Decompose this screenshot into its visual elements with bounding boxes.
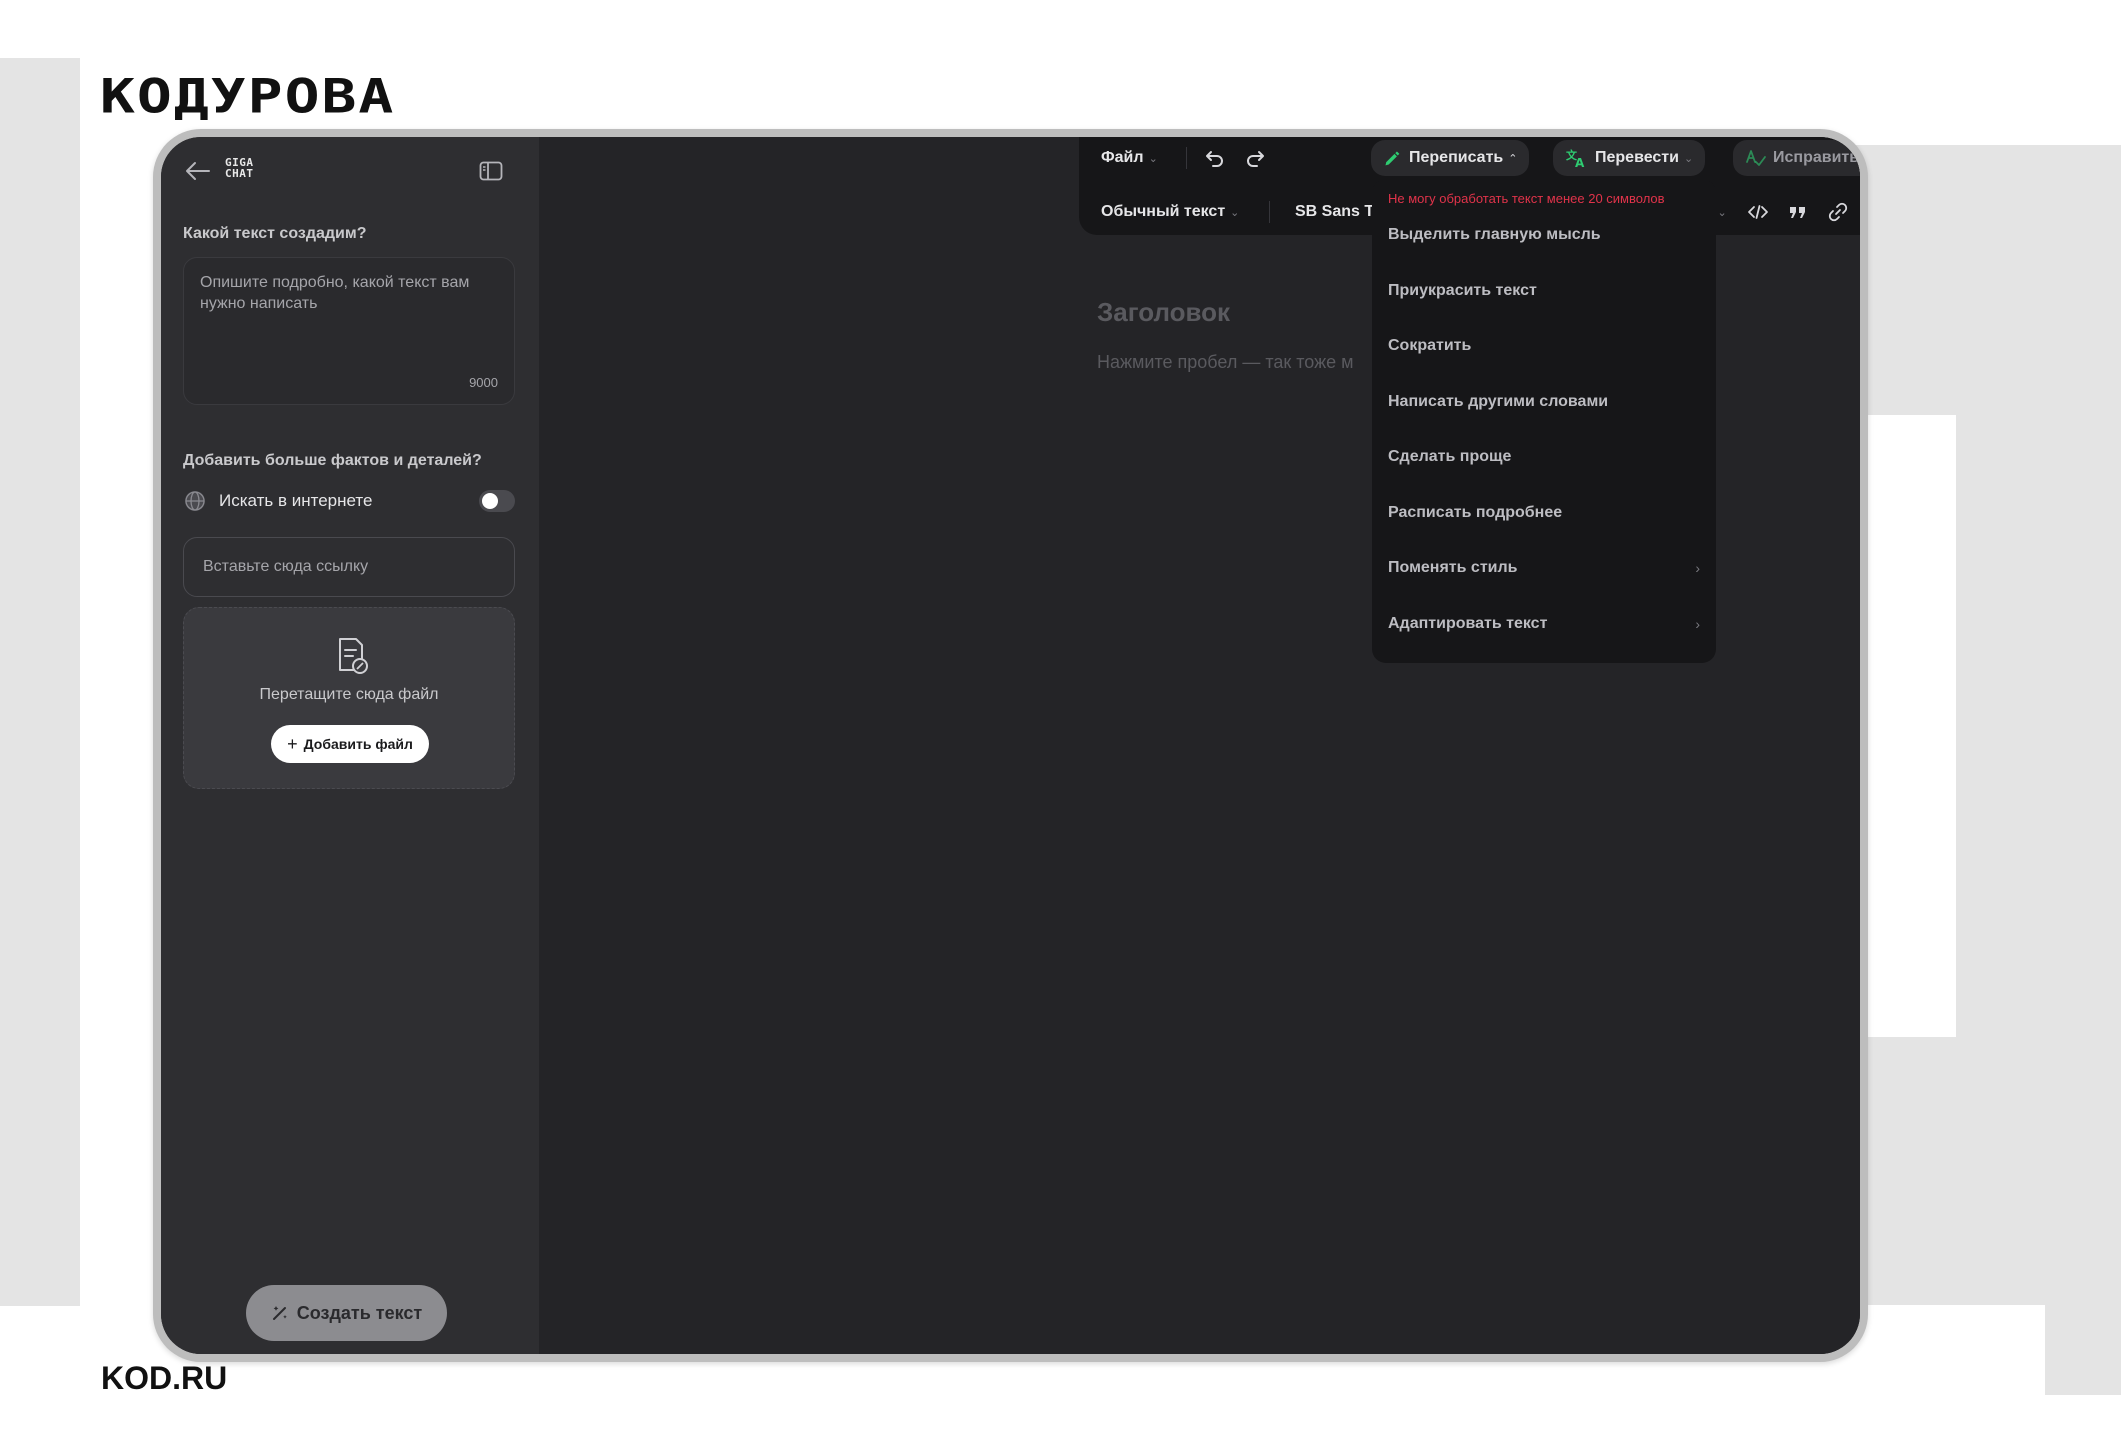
redo-icon	[1247, 151, 1264, 167]
sidebar-header: GIGA CHAT	[161, 137, 539, 207]
quote-icon	[1790, 207, 1805, 218]
page: КОДУРОВА KOD.RU GIGA CHAT Какой текст со…	[0, 0, 2121, 1453]
file-menu-label: Файл	[1101, 149, 1144, 166]
chevron-right-icon: ›	[1695, 615, 1700, 632]
sidebar-toggle-icon[interactable]	[479, 161, 503, 181]
rewrite-menu-item-label: Написать другими словами	[1388, 392, 1609, 410]
rewrite-menu-item-label: Адаптировать текст	[1388, 614, 1548, 632]
undo-icon	[1206, 151, 1223, 167]
rewrite-menu-item[interactable]: Поменять стиль ›	[1388, 548, 1700, 588]
web-search-label: Искать в интернете	[219, 491, 373, 510]
fix-errors-button[interactable]: Исправить ошибки	[1733, 140, 1860, 176]
prompt-char-counter: 9000	[469, 375, 498, 390]
translate-button[interactable]: 文 A Перевести ⌄	[1553, 140, 1706, 176]
toolbar-row-actions: Файл ⌄ Переписать ⌃ 文 A Перевести ⌄ Испр…	[1079, 137, 1860, 179]
fix-errors-label: Исправить ошибки	[1773, 149, 1860, 166]
chevron-up-icon: ⌃	[1508, 152, 1518, 165]
sidebar: GIGA CHAT Какой текст создадим? Опишите …	[161, 137, 539, 1354]
file-menu[interactable]: Файл ⌄	[1101, 137, 1158, 179]
text-style-select[interactable]: Обычный текст ⌄	[1101, 191, 1239, 233]
rewrite-menu-item-label: Сделать проще	[1388, 448, 1512, 465]
link-input[interactable]	[183, 537, 515, 597]
body-placeholder[interactable]: Нажмите пробел — так тоже м	[1097, 352, 1354, 373]
rewrite-menu-item-label: Расписать подробнее	[1388, 503, 1563, 521]
undo-button[interactable]	[1204, 137, 1226, 179]
web-search-row: Искать в интернете	[183, 487, 515, 515]
prompt-placeholder: Опишите подробно, какой текст вам нужно …	[200, 274, 470, 312]
editor-area[interactable]: Файл ⌄ Переписать ⌃ 文 A Перевести ⌄ Испр…	[539, 137, 1860, 1354]
rewrite-label: Переписать	[1409, 149, 1504, 166]
arrow-left-icon[interactable]	[183, 159, 211, 183]
toolbar-divider	[1186, 147, 1187, 169]
pencil-icon	[1385, 151, 1400, 166]
svg-text:A: A	[1575, 156, 1585, 169]
bg-block-left	[0, 58, 80, 1306]
link-icon	[1828, 202, 1848, 222]
facts-label: Добавить больше фактов и деталей?	[183, 452, 482, 469]
rewrite-menu-item[interactable]: Выделить главную мысль	[1388, 215, 1700, 255]
globe-icon	[185, 491, 205, 511]
add-file-label: Добавить файл	[303, 736, 413, 752]
plus-icon: +	[287, 733, 298, 754]
text-style-label: Обычный текст	[1101, 203, 1226, 220]
add-file-button[interactable]: + Добавить файл	[271, 725, 429, 763]
toggle-knob	[482, 493, 498, 509]
rewrite-menu-item[interactable]: Сделать проще	[1388, 437, 1700, 477]
font-select[interactable]: SB Sans T	[1295, 191, 1374, 233]
rewrite-menu-item[interactable]: Расписать подробнее	[1388, 493, 1700, 533]
brand-logo-text: КОДУРОВА	[100, 68, 396, 124]
translate-label: Перевести	[1595, 149, 1679, 166]
bg-white-panel	[1868, 415, 1956, 1037]
prompt-textarea[interactable]: Опишите подробно, какой текст вам нужно …	[183, 257, 515, 405]
font-label: SB Sans T	[1295, 203, 1375, 220]
rewrite-menu-item[interactable]: Приукрасить текст	[1388, 271, 1700, 311]
rewrite-dropdown-menu: Не могу обработать текст менее 20 символ…	[1372, 179, 1716, 663]
toolbar-divider	[1269, 201, 1270, 223]
app-screen: GIGA CHAT Какой текст создадим? Опишите …	[161, 137, 1860, 1354]
redo-button[interactable]	[1244, 137, 1266, 179]
spellcheck-icon	[1746, 150, 1766, 166]
quote-button[interactable]	[1787, 191, 1809, 233]
bg-block-bottom-right	[2045, 1305, 2121, 1395]
code-icon	[1748, 205, 1768, 219]
gigachat-logo[interactable]: GIGA CHAT	[225, 157, 281, 183]
chevron-right-icon: ›	[1695, 560, 1700, 576]
device-frame: GIGA CHAT Какой текст создадим? Опишите …	[153, 129, 1868, 1362]
translate-icon: 文 A	[1566, 148, 1585, 169]
prompt-label: Какой текст создадим?	[183, 225, 367, 242]
link-button[interactable]	[1827, 191, 1849, 233]
heading-placeholder[interactable]: Заголовок	[1097, 297, 1230, 328]
dropzone-text: Перетащите сюда файл	[259, 686, 439, 703]
document-icon	[339, 638, 368, 674]
chevron-down-icon: ⌄	[1230, 206, 1240, 219]
rewrite-menu-item[interactable]: Сократить	[1388, 326, 1700, 366]
web-search-toggle[interactable]	[479, 490, 515, 512]
footer-brand: KOD.RU	[101, 1360, 228, 1396]
create-text-label: Создать текст	[296, 1302, 423, 1323]
create-text-button[interactable]: Создать текст	[246, 1285, 447, 1341]
rewrite-menu-item[interactable]: Адаптировать текст ›	[1388, 604, 1700, 644]
magic-wand-icon	[272, 1306, 287, 1320]
rewrite-menu-item-label: Приукрасить текст	[1388, 281, 1537, 299]
rewrite-button[interactable]: Переписать ⌃	[1371, 140, 1530, 176]
rewrite-menu-item-label: Выделить главную мысль	[1388, 226, 1601, 243]
chevron-down-icon: ⌄	[1148, 152, 1158, 165]
brand-logo: КОДУРОВА	[100, 68, 395, 124]
code-button[interactable]	[1747, 191, 1769, 233]
rewrite-error-message: Не могу обработать текст менее 20 символ…	[1388, 191, 1665, 206]
file-dropzone[interactable]: Перетащите сюда файл + Добавить файл	[183, 607, 515, 789]
chevron-down-icon: ⌄	[1683, 152, 1694, 165]
rewrite-menu-item-label: Сократить	[1388, 337, 1472, 354]
rewrite-menu-item[interactable]: Написать другими словами	[1388, 382, 1700, 422]
rewrite-menu-item-label: Поменять стиль	[1388, 559, 1518, 576]
